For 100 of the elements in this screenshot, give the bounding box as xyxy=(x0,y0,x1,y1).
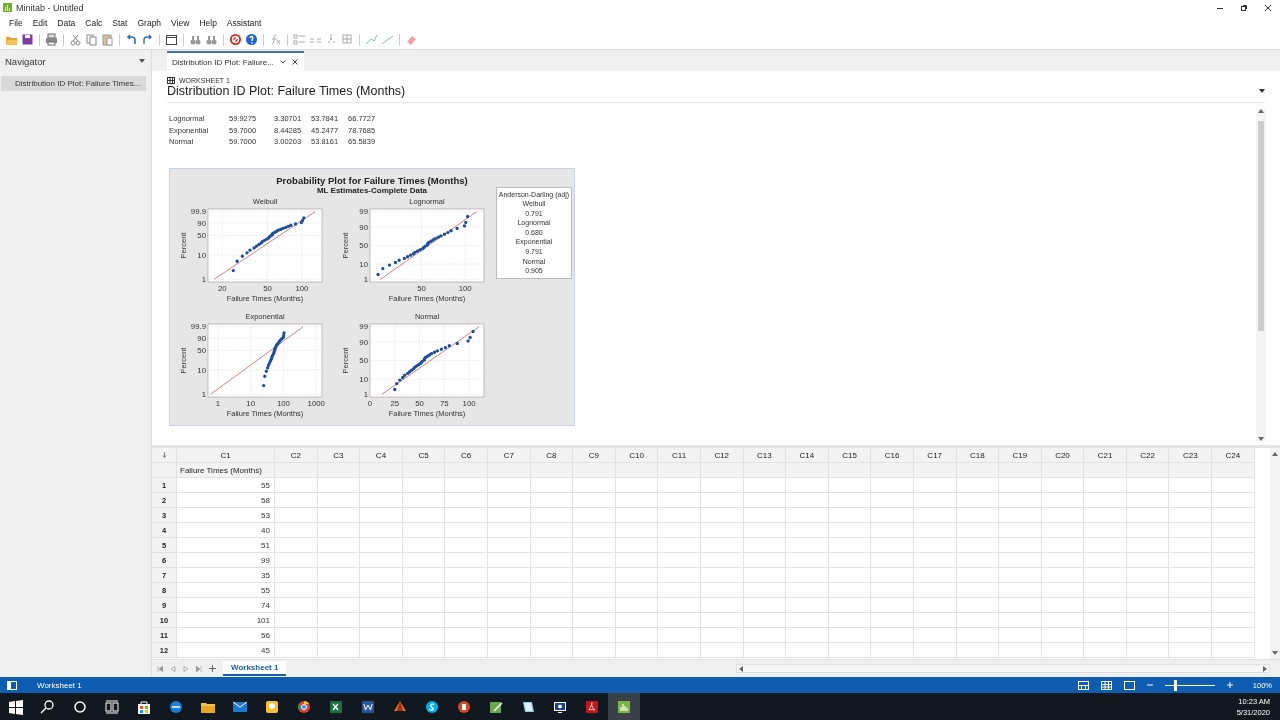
table-cell[interactable] xyxy=(615,538,659,553)
column-header[interactable]: C16 xyxy=(871,448,914,463)
table-cell[interactable] xyxy=(530,478,574,493)
table-cell[interactable] xyxy=(1212,613,1255,628)
table-cell[interactable] xyxy=(1169,583,1213,598)
table-cell[interactable] xyxy=(999,643,1042,658)
table-cell[interactable] xyxy=(956,493,1000,508)
table-cell[interactable]: 58 xyxy=(177,493,275,508)
table-cell[interactable] xyxy=(913,598,957,613)
table-cell[interactable] xyxy=(913,523,957,538)
table-cell[interactable] xyxy=(828,643,872,658)
table-cell[interactable] xyxy=(999,568,1042,583)
table-cell[interactable] xyxy=(615,523,659,538)
table-cell[interactable] xyxy=(1041,493,1085,508)
table-cell[interactable] xyxy=(487,628,531,643)
column-header[interactable]: C1 xyxy=(177,448,275,463)
table-cell[interactable] xyxy=(700,568,744,583)
table-cell[interactable]: 40 xyxy=(177,523,275,538)
table-cell[interactable] xyxy=(658,523,701,538)
table-cell[interactable] xyxy=(402,583,446,598)
menu-item[interactable]: Assistant xyxy=(221,17,267,28)
table-cell[interactable] xyxy=(1041,538,1085,553)
scroll-up-icon[interactable] xyxy=(1272,452,1278,456)
table-cell[interactable] xyxy=(658,613,701,628)
table-cell[interactable] xyxy=(317,613,361,628)
table-cell[interactable] xyxy=(487,523,531,538)
column-name-cell[interactable] xyxy=(1169,463,1213,478)
table-cell[interactable] xyxy=(1169,613,1213,628)
table-cell[interactable] xyxy=(615,628,659,643)
binoculars-icon[interactable] xyxy=(189,33,202,46)
table-cell[interactable] xyxy=(487,538,531,553)
table-cell[interactable] xyxy=(360,583,403,598)
window-view-icon[interactable] xyxy=(1123,680,1135,690)
menu-item[interactable]: Stat xyxy=(107,17,133,28)
table-cell[interactable] xyxy=(999,508,1042,523)
table-cell[interactable] xyxy=(913,553,957,568)
sheet-tab[interactable]: Worksheet 1 xyxy=(223,661,287,676)
table-cell[interactable] xyxy=(487,508,531,523)
table-cell[interactable] xyxy=(360,523,403,538)
table-cell[interactable] xyxy=(445,508,488,523)
column-header[interactable]: C5 xyxy=(402,448,446,463)
table-cell[interactable] xyxy=(445,538,488,553)
table-cell[interactable] xyxy=(1041,553,1085,568)
table-cell[interactable] xyxy=(871,583,914,598)
function-icon[interactable] xyxy=(269,33,282,46)
table-cell[interactable] xyxy=(573,508,616,523)
table-cell[interactable] xyxy=(275,538,318,553)
table-cell[interactable] xyxy=(360,478,403,493)
table-cell[interactable] xyxy=(1084,553,1127,568)
table-cell[interactable] xyxy=(956,643,1000,658)
table-cell[interactable]: 99 xyxy=(177,553,275,568)
table-cell[interactable] xyxy=(786,508,829,523)
table-cell[interactable] xyxy=(402,538,446,553)
table-cell[interactable] xyxy=(956,613,1000,628)
table-cell[interactable]: 74 xyxy=(177,598,275,613)
dropdown-caret-icon[interactable] xyxy=(139,59,145,63)
table-cell[interactable] xyxy=(487,598,531,613)
table-cell[interactable] xyxy=(1041,523,1085,538)
menu-item[interactable]: Graph xyxy=(132,17,167,28)
table-cell[interactable] xyxy=(658,538,701,553)
table-cell[interactable] xyxy=(1084,583,1127,598)
table-cell[interactable] xyxy=(402,613,446,628)
table-cell[interactable] xyxy=(913,538,957,553)
table-cell[interactable] xyxy=(743,568,787,583)
table-cell[interactable] xyxy=(871,598,914,613)
table-cell[interactable] xyxy=(1084,568,1127,583)
scroll-thumb[interactable] xyxy=(1258,121,1264,331)
table-cell[interactable] xyxy=(786,523,829,538)
column-name-cell[interactable]: Failure Times (Months) xyxy=(177,463,275,478)
table-cell[interactable] xyxy=(615,643,659,658)
table-cell[interactable] xyxy=(1169,643,1213,658)
table-cell[interactable] xyxy=(1126,643,1170,658)
table-cell[interactable] xyxy=(275,598,318,613)
table-cell[interactable] xyxy=(317,493,361,508)
table-cell[interactable] xyxy=(1169,493,1213,508)
column-name-cell[interactable] xyxy=(871,463,914,478)
table-cell[interactable] xyxy=(743,628,787,643)
table-cell[interactable] xyxy=(956,538,1000,553)
cut-icon[interactable] xyxy=(69,33,82,46)
menu-item[interactable]: Edit xyxy=(27,17,53,28)
table-cell[interactable] xyxy=(1126,538,1170,553)
table-cell[interactable] xyxy=(317,508,361,523)
table-cell[interactable] xyxy=(360,493,403,508)
table-cell[interactable] xyxy=(487,583,531,598)
scroll-left-icon[interactable] xyxy=(739,665,743,672)
sheet-nav-icon[interactable] xyxy=(157,665,163,672)
table-cell[interactable] xyxy=(615,493,659,508)
table-cell[interactable] xyxy=(1212,523,1255,538)
table-cell[interactable] xyxy=(786,553,829,568)
table-cell[interactable] xyxy=(487,613,531,628)
slides-app-icon[interactable] xyxy=(456,698,472,715)
column-header[interactable]: C14 xyxy=(786,448,829,463)
table-cell[interactable] xyxy=(786,628,829,643)
table-cell[interactable] xyxy=(1126,598,1170,613)
table-cell[interactable] xyxy=(615,583,659,598)
column-header[interactable]: C9 xyxy=(573,448,616,463)
table-cell[interactable] xyxy=(700,508,744,523)
menu-item[interactable]: View xyxy=(166,17,195,28)
table-cell[interactable] xyxy=(573,613,616,628)
table-cell[interactable] xyxy=(1084,628,1127,643)
